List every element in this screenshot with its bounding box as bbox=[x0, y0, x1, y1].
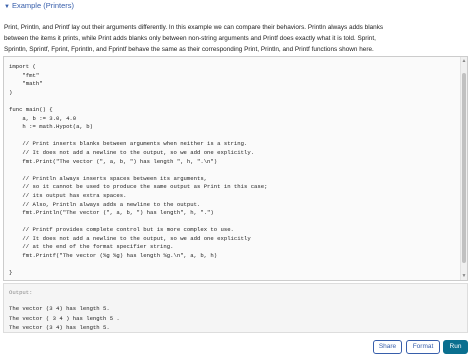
code-textarea[interactable]: import ( "fmt" "math" ) func main() { a,… bbox=[9, 63, 267, 278]
output-label: Output: bbox=[9, 289, 33, 296]
output-text: The vector (3 4) has length 5. The vecto… bbox=[9, 305, 120, 331]
scroll-up-icon[interactable]: ▲ bbox=[461, 57, 467, 65]
scroll-thumb[interactable] bbox=[462, 73, 466, 263]
code-editor[interactable]: import ( "fmt" "math" ) func main() { a,… bbox=[3, 56, 468, 281]
description-line: between the items it prints, while Print… bbox=[4, 35, 376, 42]
editor-scrollbar[interactable]: ▲ ▼ bbox=[460, 57, 467, 280]
description-line: Print, Println, and Printf lay out their… bbox=[4, 24, 384, 31]
scroll-down-icon[interactable]: ▼ bbox=[461, 272, 467, 280]
example-title: Example (Printers) bbox=[11, 1, 75, 10]
format-button[interactable]: Format bbox=[406, 340, 440, 354]
share-button[interactable]: Share bbox=[373, 340, 402, 354]
description-line: Sprintln, Sprintf, Fprint, Fprintln, and… bbox=[4, 46, 374, 53]
example-description: Print, Println, and Printf lay out their… bbox=[4, 22, 464, 55]
run-button[interactable]: Run bbox=[443, 340, 468, 354]
output-panel: Output: The vector (3 4) has length 5. T… bbox=[3, 283, 468, 333]
triangle-down-icon: ▼ bbox=[4, 4, 10, 10]
example-toggle[interactable]: ▼ Example (Printers) bbox=[4, 1, 74, 12]
